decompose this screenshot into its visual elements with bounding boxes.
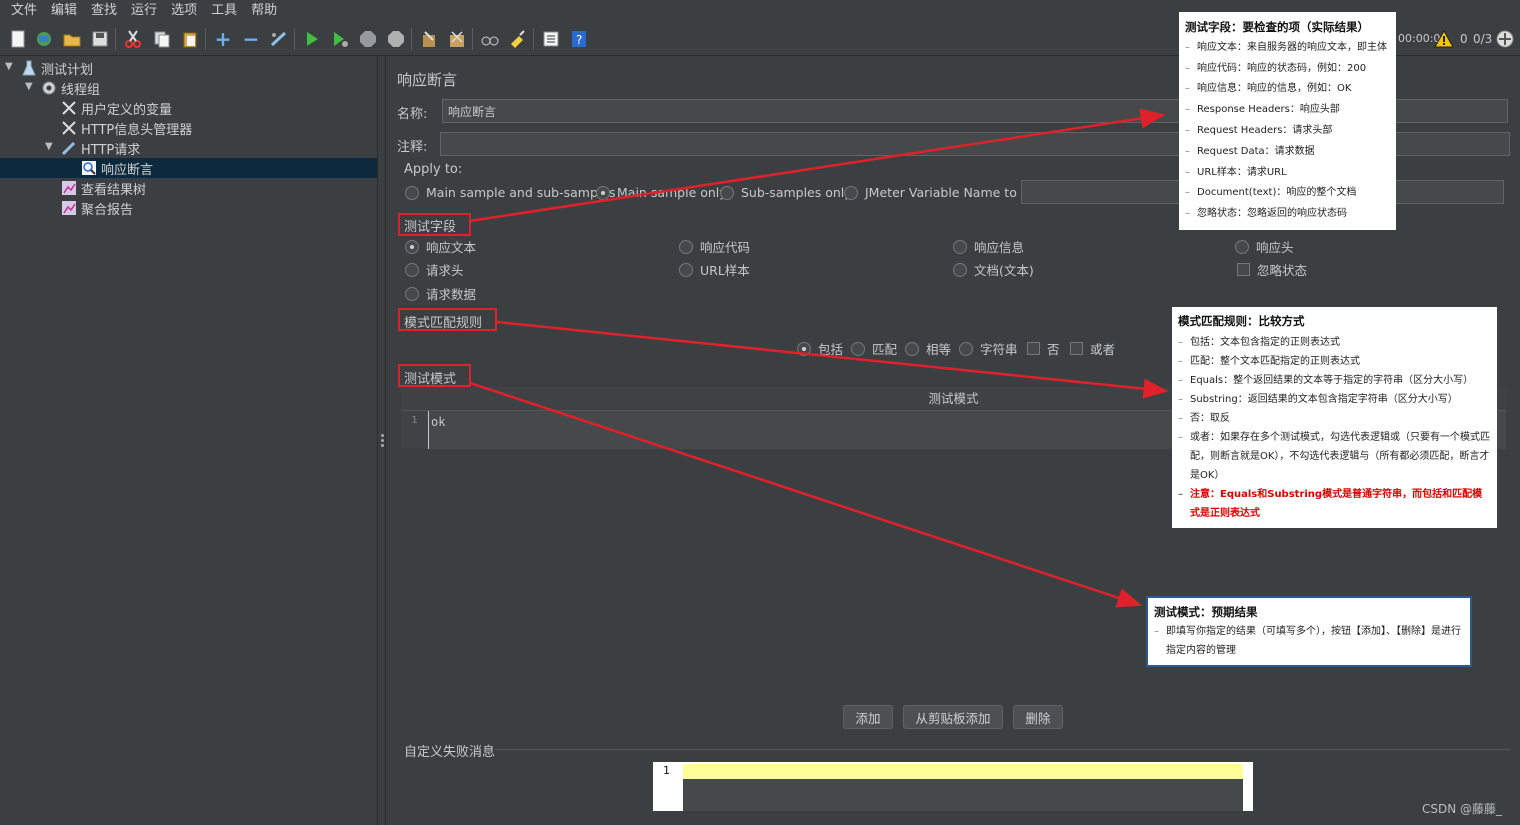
watermark: CSDN @藤藤_: [1422, 802, 1503, 816]
arrow-to-pattern-note: [469, 381, 1143, 608]
note-item: 忽略状态：忽略返回的响应状态码: [1185, 204, 1390, 225]
note-item: 否：取反: [1178, 409, 1491, 428]
rule-note: 模式匹配规则：比较方式 包括：文本包含指定的正则表达式 匹配：整个文本匹配指定的…: [1172, 307, 1497, 528]
note-item: Request Data：请求数据: [1185, 142, 1390, 163]
note-title: 模式匹配规则：比较方式: [1178, 314, 1305, 328]
note-warning: 注意：Equals和Substring模式是普通字符串，而包括和匹配模式是正则表…: [1178, 485, 1491, 523]
note-item: Document(text)：响应的整个文档: [1185, 183, 1390, 204]
note-item: 响应文本：来自服务器的响应文本，即主体: [1185, 38, 1390, 59]
arrow-to-field-note: [469, 108, 1166, 223]
note-item: URL样本：请求URL: [1185, 163, 1390, 184]
note-item: 响应代码：响应的状态码，例如：200: [1185, 59, 1390, 80]
pattern-note: 测试模式：预期结果 即填写你指定的结果（可填写多个），按钮【添加】、【删除】是进…: [1146, 596, 1472, 667]
note-title: 测试字段：要检查的项（实际结果）: [1185, 20, 1369, 34]
note-item: Equals：整个返回结果的文本等于指定的字符串（区分大小写）: [1178, 371, 1491, 390]
note-title: 测试模式：预期结果: [1154, 605, 1258, 619]
field-note: 测试字段：要检查的项（实际结果） 响应文本：来自服务器的响应文本，即主体 响应代…: [1179, 12, 1396, 230]
note-item: Request Headers：请求头部: [1185, 121, 1390, 142]
note-item: Substring：返回结果的文本包含指定字符串（区分大小写）: [1178, 390, 1491, 409]
note-item: 响应信息：响应的信息，例如：OK: [1185, 79, 1390, 100]
arrow-to-rule-note: [496, 320, 1169, 399]
note-item: 即填写你指定的结果（可填写多个），按钮【添加】、【删除】是进行指定内容的管理: [1154, 622, 1464, 660]
note-item: 包括：文本包含指定的正则表达式: [1178, 333, 1491, 352]
note-item: 或者：如果存在多个测试模式，勾选代表逻辑或（只要有一个模式匹配，则断言就是OK）…: [1178, 428, 1491, 485]
note-item: 匹配：整个文本匹配指定的正则表达式: [1178, 352, 1491, 371]
note-item: Response Headers：响应头部: [1185, 100, 1390, 121]
